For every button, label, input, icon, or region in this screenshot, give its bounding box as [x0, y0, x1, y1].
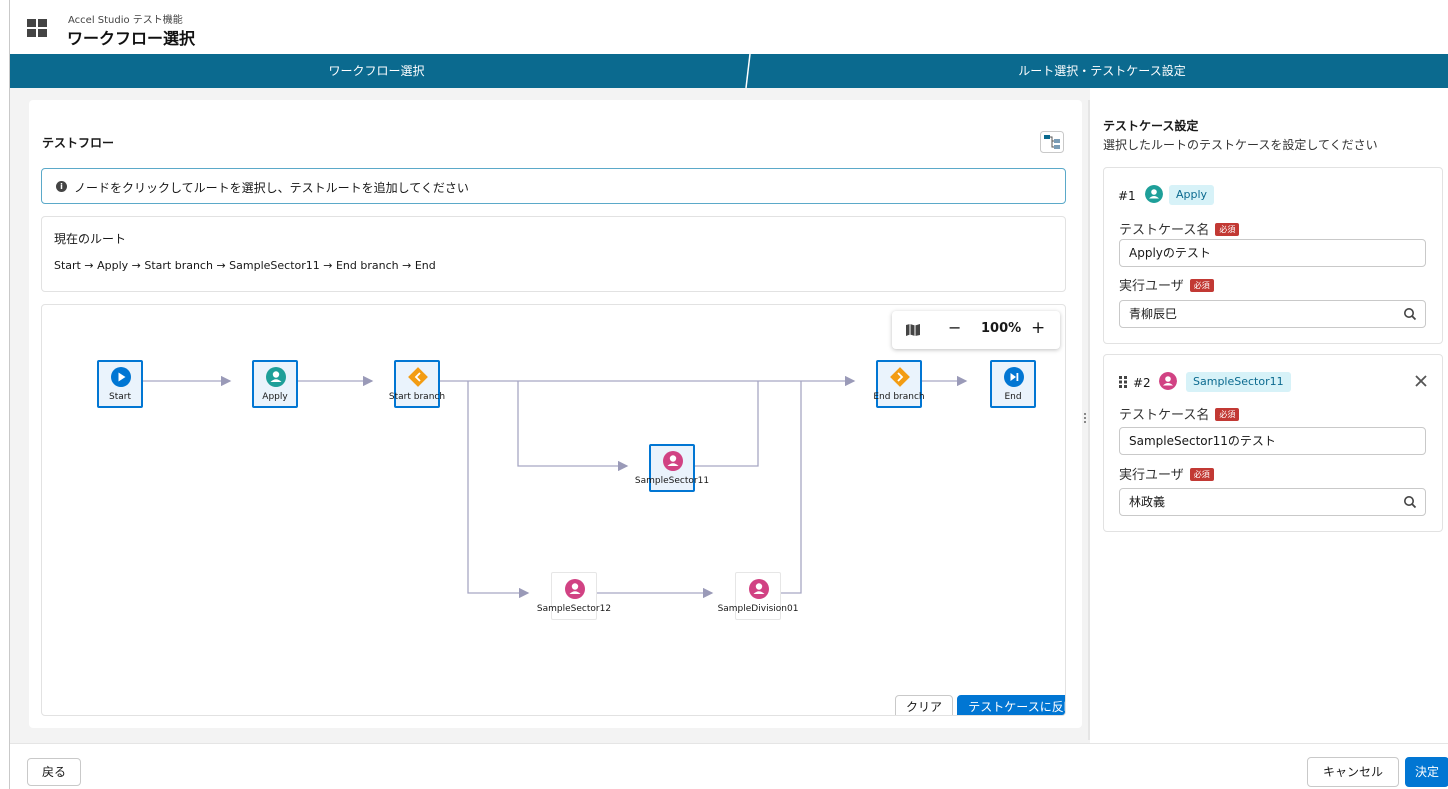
- current-route-path: Start → Apply → Start branch → SampleSec…: [54, 259, 436, 272]
- testcase-name-label-text: テストケース名: [1119, 408, 1210, 423]
- user-avatar-icon: [1159, 372, 1177, 390]
- user-icon: [749, 579, 769, 599]
- flow-canvas[interactable]: Start Apply Start branch End branch End: [41, 304, 1066, 716]
- branch-split-icon: [408, 367, 428, 387]
- apply-to-testcase-button[interactable]: テストケースに反映: [957, 695, 1065, 715]
- info-banner: i ノードをクリックしてルートを選択し、テストルートを追加してください: [41, 168, 1066, 204]
- current-route-label: 現在のルート: [54, 232, 127, 246]
- info-icon: i: [56, 181, 67, 192]
- user-icon: [565, 579, 585, 599]
- node-end-branch[interactable]: End branch: [873, 360, 925, 408]
- node-sample-sector12[interactable]: SampleSector12: [537, 572, 611, 620]
- step-workflow-select[interactable]: ワークフロー選択: [10, 54, 743, 88]
- clear-button[interactable]: クリア: [895, 695, 953, 715]
- info-text: ノードをクリックしてルートを選択し、テストルートを追加してください: [74, 181, 469, 195]
- search-icon[interactable]: [1403, 307, 1417, 321]
- exec-user-label-text: 実行ユーザ: [1119, 279, 1184, 294]
- exec-user-input[interactable]: 林政義: [1119, 488, 1426, 516]
- node-sample-division01-label: SampleDivision01: [717, 604, 799, 614]
- main-area: テストフロー i ノードをクリックしてルートを選択し、テストルートを追加してくだ…: [10, 88, 1092, 743]
- panel-splitter[interactable]: [1083, 100, 1090, 740]
- progress-steps: ワークフロー選択 ルート選択・テストケース設定: [10, 54, 1448, 88]
- required-badge: 必須: [1215, 408, 1240, 421]
- search-icon[interactable]: [1403, 495, 1417, 509]
- node-start[interactable]: Start: [97, 360, 143, 408]
- node-sample-sector11[interactable]: SampleSector11: [635, 444, 709, 492]
- node-end[interactable]: End: [990, 360, 1036, 408]
- map-icon[interactable]: [905, 323, 921, 337]
- skip-end-icon: [1004, 367, 1024, 387]
- user-icon: [266, 367, 286, 387]
- testcase-card: #1 Apply テストケース名 必須 Applyのテスト 実行ユーザ 必須 青柳辰…: [1103, 167, 1443, 344]
- drag-handle-icon[interactable]: [1083, 412, 1087, 424]
- user-icon: [663, 451, 683, 471]
- current-route-box: 現在のルート Start → Apply → Start branch → Sa…: [41, 216, 1066, 292]
- page-header: Accel Studio テスト機能 ワークフロー選択: [10, 0, 1448, 54]
- app-grid-icon: [27, 17, 47, 37]
- required-badge: 必須: [1189, 279, 1214, 292]
- zoom-level: 100%: [981, 321, 1022, 336]
- decide-button[interactable]: 決定: [1405, 757, 1448, 787]
- testcase-panel-description: 選択したルートのテストケースを設定してください: [1103, 138, 1378, 152]
- back-button[interactable]: 戻る: [27, 758, 81, 786]
- exec-user-label: 実行ユーザ 必須: [1119, 275, 1214, 294]
- testcase-panel-title: テストケース設定: [1103, 119, 1199, 133]
- node-end-label: End: [1004, 392, 1022, 402]
- exec-user-value: 林政義: [1129, 495, 1166, 509]
- testcase-node-badge: Apply: [1169, 185, 1215, 205]
- testcase-number: #1: [1118, 189, 1136, 203]
- node-sample-sector12-label: SampleSector12: [536, 604, 612, 614]
- exec-user-label: 実行ユーザ 必須: [1119, 464, 1214, 483]
- testcase-name-label-text: テストケース名: [1119, 223, 1210, 238]
- exec-user-value: 青柳辰巳: [1129, 307, 1178, 321]
- node-start-branch-label: Start branch: [388, 392, 446, 402]
- section-title: テストフロー: [42, 136, 115, 150]
- test-flow-card: テストフロー i ノードをクリックしてルートを選択し、テストルートを追加してくだ…: [29, 100, 1082, 728]
- testcase-card: #2 SampleSector11 テストケース名 必須 SampleSector…: [1103, 354, 1443, 532]
- branch-merge-icon: [890, 367, 910, 387]
- testcase-name-label: テストケース名 必須: [1119, 404, 1240, 423]
- testcase-panel: テストケース設定 選択したルートのテストケースを設定してください #1 Appl…: [1090, 88, 1448, 743]
- cancel-button[interactable]: キャンセル: [1307, 757, 1399, 787]
- node-start-label: Start: [109, 392, 131, 402]
- node-sample-division01[interactable]: SampleDivision01: [718, 572, 798, 620]
- step-route-testcase[interactable]: ルート選択・テストケース設定: [755, 54, 1448, 88]
- drag-handle-icon[interactable]: [1118, 376, 1128, 388]
- zoom-out-button[interactable]: −: [948, 318, 961, 337]
- testcase-name-label: テストケース名 必須: [1119, 219, 1240, 238]
- app-subtitle: Accel Studio テスト機能: [68, 15, 183, 26]
- page-footer: 戻る キャンセル 決定: [10, 743, 1448, 789]
- zoom-controls: − 100% +: [892, 311, 1060, 349]
- close-icon[interactable]: [1415, 375, 1427, 387]
- layout-toggle-icon[interactable]: [1040, 131, 1064, 153]
- testcase-number: #2: [1133, 376, 1151, 390]
- exec-user-label-text: 実行ユーザ: [1119, 468, 1184, 483]
- testcase-node-badge: SampleSector11: [1186, 372, 1291, 392]
- app-frame: Accel Studio テスト機能 ワークフロー選択 ワークフロー選択 ルート…: [9, 0, 1448, 789]
- node-sample-sector11-label: SampleSector11: [634, 476, 710, 486]
- required-badge: 必須: [1189, 468, 1214, 481]
- zoom-in-button[interactable]: +: [1031, 318, 1045, 338]
- required-badge: 必須: [1215, 223, 1240, 236]
- testcase-name-input[interactable]: Applyのテスト: [1119, 239, 1426, 267]
- play-icon: [111, 367, 131, 387]
- user-avatar-icon: [1145, 185, 1163, 203]
- step-divider: [745, 54, 751, 88]
- node-apply[interactable]: Apply: [252, 360, 298, 408]
- node-start-branch[interactable]: Start branch: [389, 360, 445, 408]
- page-title: ワークフロー選択: [67, 29, 196, 48]
- exec-user-input[interactable]: 青柳辰巳: [1119, 300, 1426, 328]
- testcase-name-input[interactable]: SampleSector11のテスト: [1119, 427, 1426, 455]
- node-apply-label: Apply: [262, 392, 288, 402]
- node-end-branch-label: End branch: [873, 392, 925, 402]
